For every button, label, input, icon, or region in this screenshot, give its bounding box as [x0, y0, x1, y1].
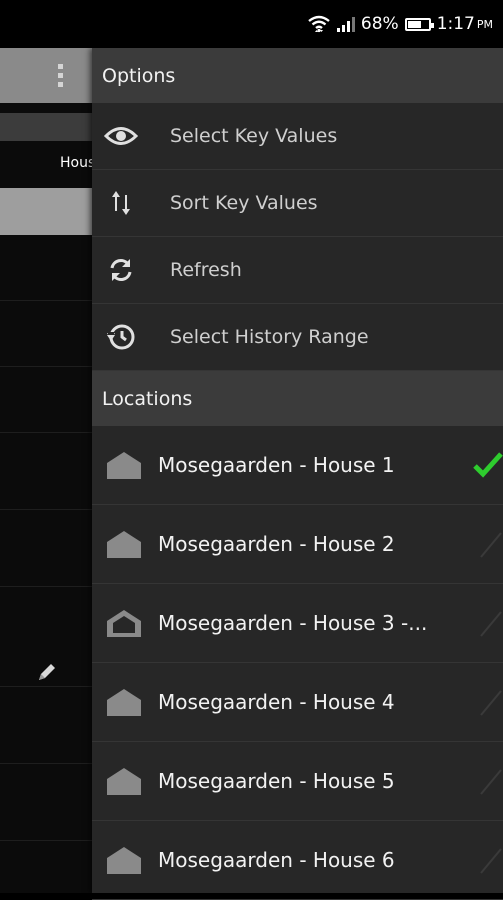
background-selected-row	[0, 188, 92, 235]
locations-list: Mosegaarden - House 1 Mosegaarden - House…	[92, 426, 503, 900]
refresh-icon	[104, 253, 138, 287]
divider	[0, 586, 92, 587]
location-label: Mosegaarden - House 5	[158, 769, 395, 793]
option-label: Sort Key Values	[170, 192, 318, 214]
option-label: Select History Range	[170, 326, 369, 348]
location-label: Mosegaarden - House 2	[158, 532, 395, 556]
background-app-bar	[0, 48, 92, 103]
signal-icon	[336, 16, 355, 32]
checkmark-unselected-icon[interactable]	[473, 843, 503, 877]
location-label: Mosegaarden - House 6	[158, 848, 395, 872]
status-bar: 68% 1:17 PM	[0, 0, 503, 48]
location-label: Mosegaarden - House 1	[158, 453, 395, 477]
background-tab-strip	[0, 113, 92, 141]
checkmark-selected-icon[interactable]	[473, 448, 503, 482]
status-icons: 68% 1:17 PM	[307, 0, 493, 48]
location-item[interactable]: Mosegaarden - House 5	[92, 742, 503, 821]
location-item[interactable]: Mosegaarden - House 1	[92, 426, 503, 505]
options-header: Options	[92, 48, 503, 103]
checkmark-unselected-icon[interactable]	[473, 764, 503, 798]
checkmark-unselected-icon[interactable]	[473, 685, 503, 719]
background-screen: Hous	[0, 48, 92, 893]
house-icon	[107, 452, 141, 479]
location-item[interactable]: Mosegaarden - House 6	[92, 821, 503, 900]
sort-arrows-icon	[104, 186, 138, 220]
option-select-key-values[interactable]: Select Key Values	[92, 103, 503, 170]
divider	[0, 763, 92, 764]
divider	[0, 300, 92, 301]
location-item[interactable]: Mosegaarden - House 3 -...	[92, 584, 503, 663]
clock-time: 1:17	[436, 14, 475, 34]
checkmark-unselected-icon[interactable]	[473, 606, 503, 640]
eye-icon	[104, 119, 138, 153]
option-label: Refresh	[170, 259, 242, 281]
battery-icon	[404, 17, 434, 31]
house-icon	[107, 768, 141, 795]
history-icon	[104, 320, 138, 354]
option-select-history-range[interactable]: Select History Range	[92, 304, 503, 371]
option-sort-key-values[interactable]: Sort Key Values	[92, 170, 503, 237]
option-refresh[interactable]: Refresh	[92, 237, 503, 304]
option-label: Select Key Values	[170, 125, 338, 147]
checkmark-unselected-icon[interactable]	[473, 527, 503, 561]
house-icon	[107, 689, 141, 716]
divider	[0, 509, 92, 510]
divider	[0, 366, 92, 367]
location-label: Mosegaarden - House 3 -...	[158, 611, 428, 635]
location-item[interactable]: Mosegaarden - House 4	[92, 663, 503, 742]
location-label: Mosegaarden - House 4	[158, 690, 395, 714]
clock-ampm: PM	[476, 17, 493, 31]
wifi-icon	[308, 15, 330, 33]
house-icon	[107, 847, 141, 874]
pencil-icon[interactable]	[36, 661, 58, 683]
divider	[0, 432, 92, 433]
background-tab-label[interactable]: Hous	[60, 155, 92, 171]
divider	[0, 686, 92, 687]
location-item[interactable]: Mosegaarden - House 2	[92, 505, 503, 584]
battery-percent: 68%	[360, 14, 399, 34]
divider	[0, 840, 92, 841]
house-outline-icon	[107, 610, 141, 637]
locations-header: Locations	[92, 371, 503, 426]
navigation-drawer: Options Select Key Values Sort Key Value…	[92, 48, 503, 900]
overflow-menu-icon[interactable]	[58, 64, 64, 88]
house-icon	[107, 531, 141, 558]
